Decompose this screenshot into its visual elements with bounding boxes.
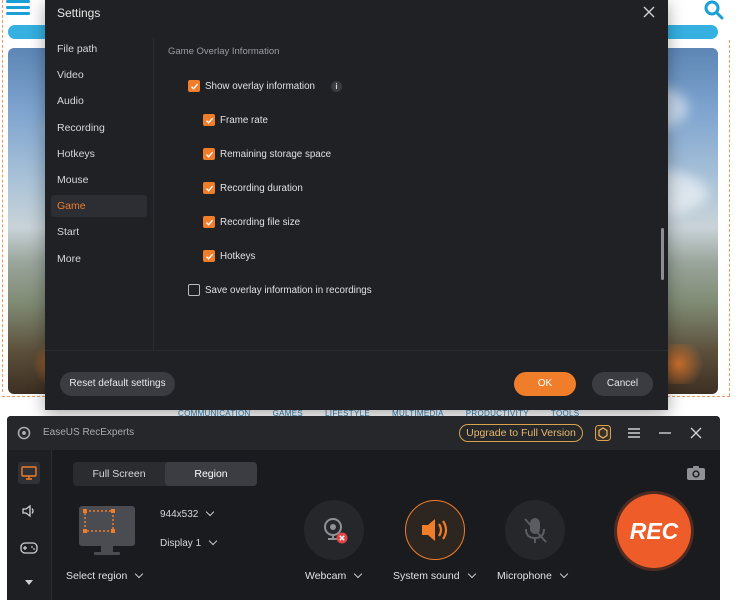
rec-button[interactable]: REC [617,494,691,568]
audio-record-icon[interactable] [18,500,40,522]
tab-full-screen[interactable]: Full Screen [73,462,165,486]
display-dropdown[interactable]: Display 1 [160,536,218,549]
app-logo-icon [17,426,31,440]
settings-scrollbar[interactable] [661,228,664,280]
select-region-label: Select region [66,570,128,582]
webcam-dropdown[interactable]: Webcam [305,569,363,582]
chevron-down-icon[interactable] [18,572,40,594]
reset-default-button[interactable]: Reset default settings [60,372,175,396]
nav-item-file-path[interactable]: File path [51,38,147,60]
chevron-down-icon [354,569,363,579]
settings-title: Settings [57,6,101,20]
cancel-button[interactable]: Cancel [592,372,653,396]
webcam-button[interactable] [304,500,364,560]
screen-record-icon[interactable] [18,462,40,484]
system-sound-label: System sound [393,570,460,582]
search-icon[interactable] [704,0,724,20]
settings-dialog: Settings File path Video Audio Recording… [45,0,668,410]
info-icon[interactable]: i [331,80,342,92]
system-sound-button[interactable] [405,500,465,560]
checkbox-unchecked-icon [188,284,200,296]
microphone-dropdown[interactable]: Microphone [497,569,569,582]
settings-nav: File path Video Audio Recording Hotkeys … [51,38,147,274]
checkbox-label: Save overlay information in recordings [205,284,372,296]
recording-duration-checkbox[interactable]: Recording duration [203,182,303,194]
checkbox-label: Frame rate [220,114,268,126]
chevron-down-icon [135,569,144,579]
capture-mode-tabs: Full Screen Region [73,462,257,486]
nav-item-game[interactable]: Game [51,195,147,218]
region-border-left [2,0,3,392]
ok-button[interactable]: OK [514,372,576,396]
checkbox-label: Remaining storage space [220,148,332,160]
upgrade-button[interactable]: Upgrade to Full Version [459,424,583,442]
system-sound-dropdown[interactable]: System sound [393,569,476,582]
nav-item-recording[interactable]: Recording [51,117,147,139]
nav-item-more[interactable]: More [51,248,147,270]
recorder-sidebar [7,450,52,600]
webcam-label: Webcam [305,570,347,582]
speaker-icon [422,519,448,541]
premium-icon[interactable] [593,423,613,443]
region-preview-monitor[interactable] [79,506,135,556]
checkbox-label: Recording file size [220,216,301,228]
remaining-storage-checkbox[interactable]: Remaining storage space [203,148,331,160]
hotkeys-checkbox[interactable]: Hotkeys [203,250,255,262]
save-overlay-checkbox[interactable]: Save overlay information in recordings [188,284,372,296]
minimize-icon[interactable] [655,423,675,443]
microphone-muted-icon [524,518,547,543]
microphone-button[interactable] [505,500,565,560]
microphone-label: Microphone [497,570,552,582]
nav-item-hotkeys[interactable]: Hotkeys [51,143,147,165]
footer-divider [45,350,668,351]
checkbox-label: Show overlay information [205,80,315,92]
webcam-icon [324,518,348,544]
nav-divider [153,38,154,350]
game-record-icon[interactable] [18,537,40,559]
recorder-titlebar: EaseUS RecExperts Upgrade to Full Versio… [7,416,720,450]
select-region-dropdown[interactable]: Select region [66,569,144,582]
recorder-window: EaseUS RecExperts Upgrade to Full Versio… [7,416,720,600]
display-value: Display 1 [160,538,202,549]
chevron-down-icon [208,536,218,546]
nav-item-video[interactable]: Video [51,64,147,86]
app-name: EaseUS RecExperts [43,427,135,438]
screenshot-camera-icon[interactable] [684,462,708,484]
chevron-down-icon [206,507,215,517]
chevron-down-icon [559,569,569,579]
close-icon[interactable] [686,423,706,443]
checkbox-checked-icon [188,80,200,92]
checkbox-label: Hotkeys [220,250,256,262]
nav-item-audio[interactable]: Audio [51,90,147,112]
chevron-down-icon [467,569,476,579]
close-icon[interactable] [640,3,658,21]
checkbox-checked-icon [203,148,215,160]
checkbox-checked-icon [203,182,215,194]
region-border-right [729,40,730,396]
frame-rate-checkbox[interactable]: Frame rate [203,114,268,126]
checkbox-checked-icon [203,250,215,262]
show-overlay-checkbox[interactable]: Show overlay information i [188,80,342,92]
checkbox-checked-icon [203,216,215,228]
nav-item-start[interactable]: Start [51,221,147,243]
checkbox-label: Recording duration [220,182,303,194]
resolution-dropdown[interactable]: 944x532 [160,507,215,520]
hamburger-menu-icon[interactable] [6,0,30,16]
section-title: Game Overlay Information [168,46,280,57]
nav-item-mouse[interactable]: Mouse [51,169,147,191]
resolution-value: 944x532 [160,509,199,520]
recording-file-size-checkbox[interactable]: Recording file size [203,216,300,228]
checkbox-checked-icon [203,114,215,126]
tab-region[interactable]: Region [165,462,257,486]
menu-icon[interactable] [624,423,644,443]
